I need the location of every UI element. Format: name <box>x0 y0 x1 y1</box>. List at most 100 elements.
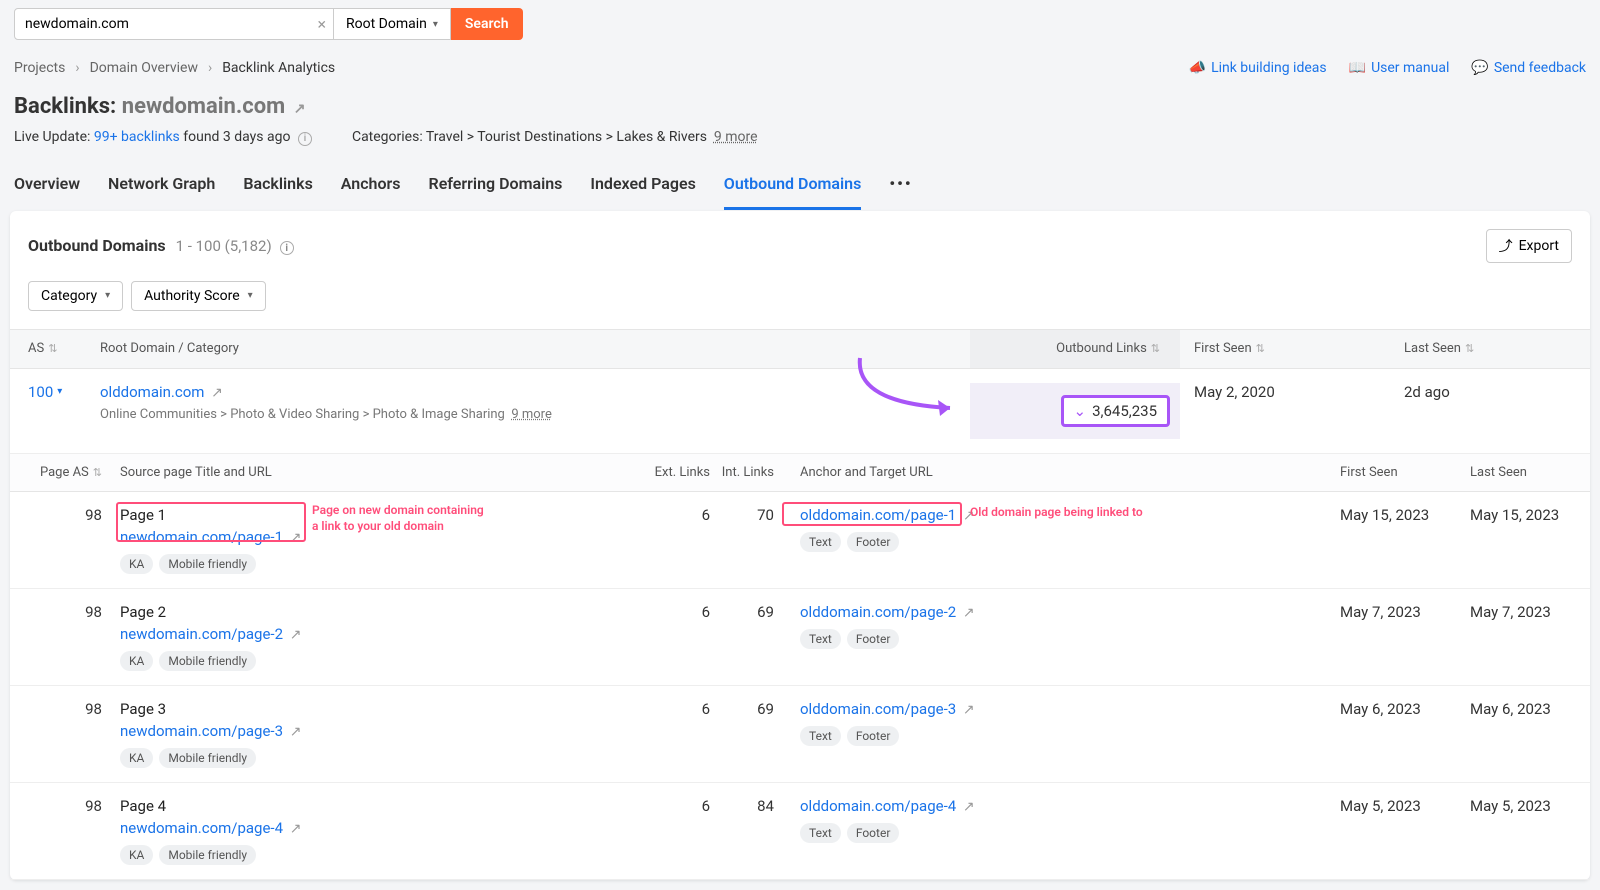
clear-icon[interactable]: × <box>317 15 326 34</box>
int-links: 69 <box>710 603 790 621</box>
panel-title-text: Outbound Domains <box>28 236 166 255</box>
upload-icon: ⤴ <box>1499 236 1513 256</box>
tag: Text <box>800 726 841 746</box>
more-tabs[interactable]: ••• <box>889 174 912 210</box>
col-root[interactable]: Root Domain / Category <box>90 341 970 356</box>
live-update-link[interactable]: 99+ backlinks <box>94 129 180 145</box>
col-last-seen[interactable]: Last Seen⇅ <box>1390 341 1590 356</box>
chevron-right-icon: › <box>75 60 79 76</box>
anchor-cell: olddomain.com/page-3 ↗ TextFooter <box>790 700 1340 746</box>
search-input[interactable] <box>14 8 334 40</box>
col-label: Page AS <box>40 465 89 480</box>
breadcrumb-item[interactable]: Domain Overview <box>90 60 198 76</box>
as-value[interactable]: 100▾ <box>10 383 90 401</box>
col-ls2[interactable]: Last Seen <box>1470 465 1590 480</box>
link-label: Link building ideas <box>1211 60 1327 76</box>
col-anchor[interactable]: Anchor and Target URL <box>790 465 1340 480</box>
table-header: AS⇅ Root Domain / Category Outbound Link… <box>10 329 1590 369</box>
col-outbound[interactable]: Outbound Links⇅ <box>970 330 1180 368</box>
export-button[interactable]: ⤴Export <box>1486 229 1572 263</box>
col-first-seen[interactable]: First Seen⇅ <box>1180 341 1390 356</box>
info-icon[interactable]: i <box>298 132 312 146</box>
outbound-highlight[interactable]: ⌄ 3,645,235 <box>1061 395 1171 427</box>
tab-overview[interactable]: Overview <box>14 174 80 210</box>
source-url[interactable]: newdomain.com/page-1 ↗ <box>120 528 301 546</box>
panel-title: Outbound Domains 1 - 100 (5,182) i <box>28 236 294 256</box>
authority-filter[interactable]: Authority Score▾ <box>131 281 266 311</box>
anchor-url[interactable]: olddomain.com/page-1 ↗ <box>800 506 975 524</box>
page-title: Backlinks: newdomain.com ↗ <box>14 94 1586 119</box>
megaphone-icon: 📣 <box>1189 60 1206 76</box>
tag: Footer <box>847 532 900 552</box>
scope-dropdown[interactable]: Root Domain▾ <box>334 8 451 40</box>
sort-icon: ⇅ <box>48 342 57 355</box>
external-link-icon[interactable]: ↗ <box>294 101 306 117</box>
page-row: 98 Page 3 newdomain.com/page-3 ↗ KAMobil… <box>10 686 1590 783</box>
link-label: User manual <box>1371 60 1449 76</box>
col-int[interactable]: Int. Links <box>710 465 790 480</box>
live-update-suffix: found 3 days ago <box>180 129 291 145</box>
send-feedback-link[interactable]: 💬Send feedback <box>1471 60 1586 76</box>
col-fs2[interactable]: First Seen <box>1340 465 1470 480</box>
info-icon[interactable]: i <box>280 241 294 255</box>
search-button[interactable]: Search <box>451 8 523 40</box>
badges: KAMobile friendly <box>120 651 640 671</box>
badge: Mobile friendly <box>159 554 256 574</box>
anchor-url[interactable]: olddomain.com/page-2 ↗ <box>800 603 975 621</box>
col-page-as[interactable]: Page AS⇅ <box>10 465 110 480</box>
anchor-url[interactable]: olddomain.com/page-4 ↗ <box>800 797 975 815</box>
first-seen: May 6, 2023 <box>1340 700 1470 718</box>
tag: Footer <box>847 629 900 649</box>
source-url[interactable]: newdomain.com/page-3 ↗ <box>120 722 301 740</box>
col-label: Last Seen <box>1404 341 1461 356</box>
page-title: Page 1 <box>120 506 640 524</box>
ext-links: 6 <box>640 603 710 621</box>
source-cell: Page 2 newdomain.com/page-2 ↗ KAMobile f… <box>110 603 640 671</box>
col-ext[interactable]: Ext. Links <box>640 465 710 480</box>
tabs: Overview Network Graph Backlinks Anchors Ref… <box>14 174 1586 211</box>
anchor-url[interactable]: olddomain.com/page-3 ↗ <box>800 700 975 718</box>
filter-label: Authority Score <box>144 288 240 304</box>
page-title: Page 3 <box>120 700 640 718</box>
sort-icon: ⇅ <box>1256 342 1265 355</box>
live-update-prefix: Live Update: <box>14 129 94 145</box>
domain-table: AS⇅ Root Domain / Category Outbound Link… <box>10 329 1590 880</box>
comment-icon: 💬 <box>1471 60 1488 76</box>
tab-indexed-pages[interactable]: Indexed Pages <box>590 174 695 210</box>
chevron-down-icon: ▾ <box>105 290 110 301</box>
link-building-link[interactable]: 📣 Link building ideas <box>1189 60 1327 76</box>
tab-anchors[interactable]: Anchors <box>341 174 401 210</box>
domain-cell: olddomain.com ↗ Online Communities > Pho… <box>90 383 970 422</box>
domain-link[interactable]: olddomain.com ↗ <box>100 383 223 401</box>
external-link-icon: ↗ <box>290 821 302 837</box>
page-as: 98 <box>10 797 110 815</box>
tab-referring-domains[interactable]: Referring Domains <box>429 174 563 210</box>
cats-more[interactable]: 9 more <box>511 407 552 422</box>
col-as[interactable]: AS⇅ <box>10 341 90 356</box>
external-link-icon: ↗ <box>290 724 302 740</box>
search-wrap: × <box>14 8 334 40</box>
anchor-cell: olddomain.com/page-2 ↗ TextFooter <box>790 603 1340 649</box>
col-label: Outbound Links <box>1056 341 1147 356</box>
badge: KA <box>120 554 153 574</box>
source-cell: Page 3 newdomain.com/page-3 ↗ KAMobile f… <box>110 700 640 768</box>
panel-header: Outbound Domains 1 - 100 (5,182) i ⤴Expo… <box>10 229 1590 263</box>
category-filter[interactable]: Category ▾ <box>28 281 123 311</box>
categories-more[interactable]: 9 more <box>714 129 758 145</box>
tab-network-graph[interactable]: Network Graph <box>108 174 215 210</box>
outbound-domains-panel: Outbound Domains 1 - 100 (5,182) i ⤴Expo… <box>10 211 1590 880</box>
breadcrumb-item[interactable]: Projects <box>14 60 65 76</box>
external-link-icon: ↗ <box>963 605 975 621</box>
badges: KA Mobile friendly <box>120 554 640 574</box>
page-as: 98 <box>10 506 110 524</box>
last-seen: May 7, 2023 <box>1470 603 1590 621</box>
source-url[interactable]: newdomain.com/page-4 ↗ <box>120 819 301 837</box>
filter-label: Category <box>41 288 97 304</box>
outbound-value: 3,645,235 <box>1092 402 1157 420</box>
col-source[interactable]: Source page Title and URL <box>110 465 640 480</box>
tab-backlinks[interactable]: Backlinks <box>243 174 312 210</box>
source-url[interactable]: newdomain.com/page-2 ↗ <box>120 625 301 643</box>
user-manual-link[interactable]: 📖User manual <box>1349 60 1450 76</box>
last-seen: May 15, 2023 <box>1470 506 1590 524</box>
tab-outbound-domains[interactable]: Outbound Domains <box>724 174 862 210</box>
